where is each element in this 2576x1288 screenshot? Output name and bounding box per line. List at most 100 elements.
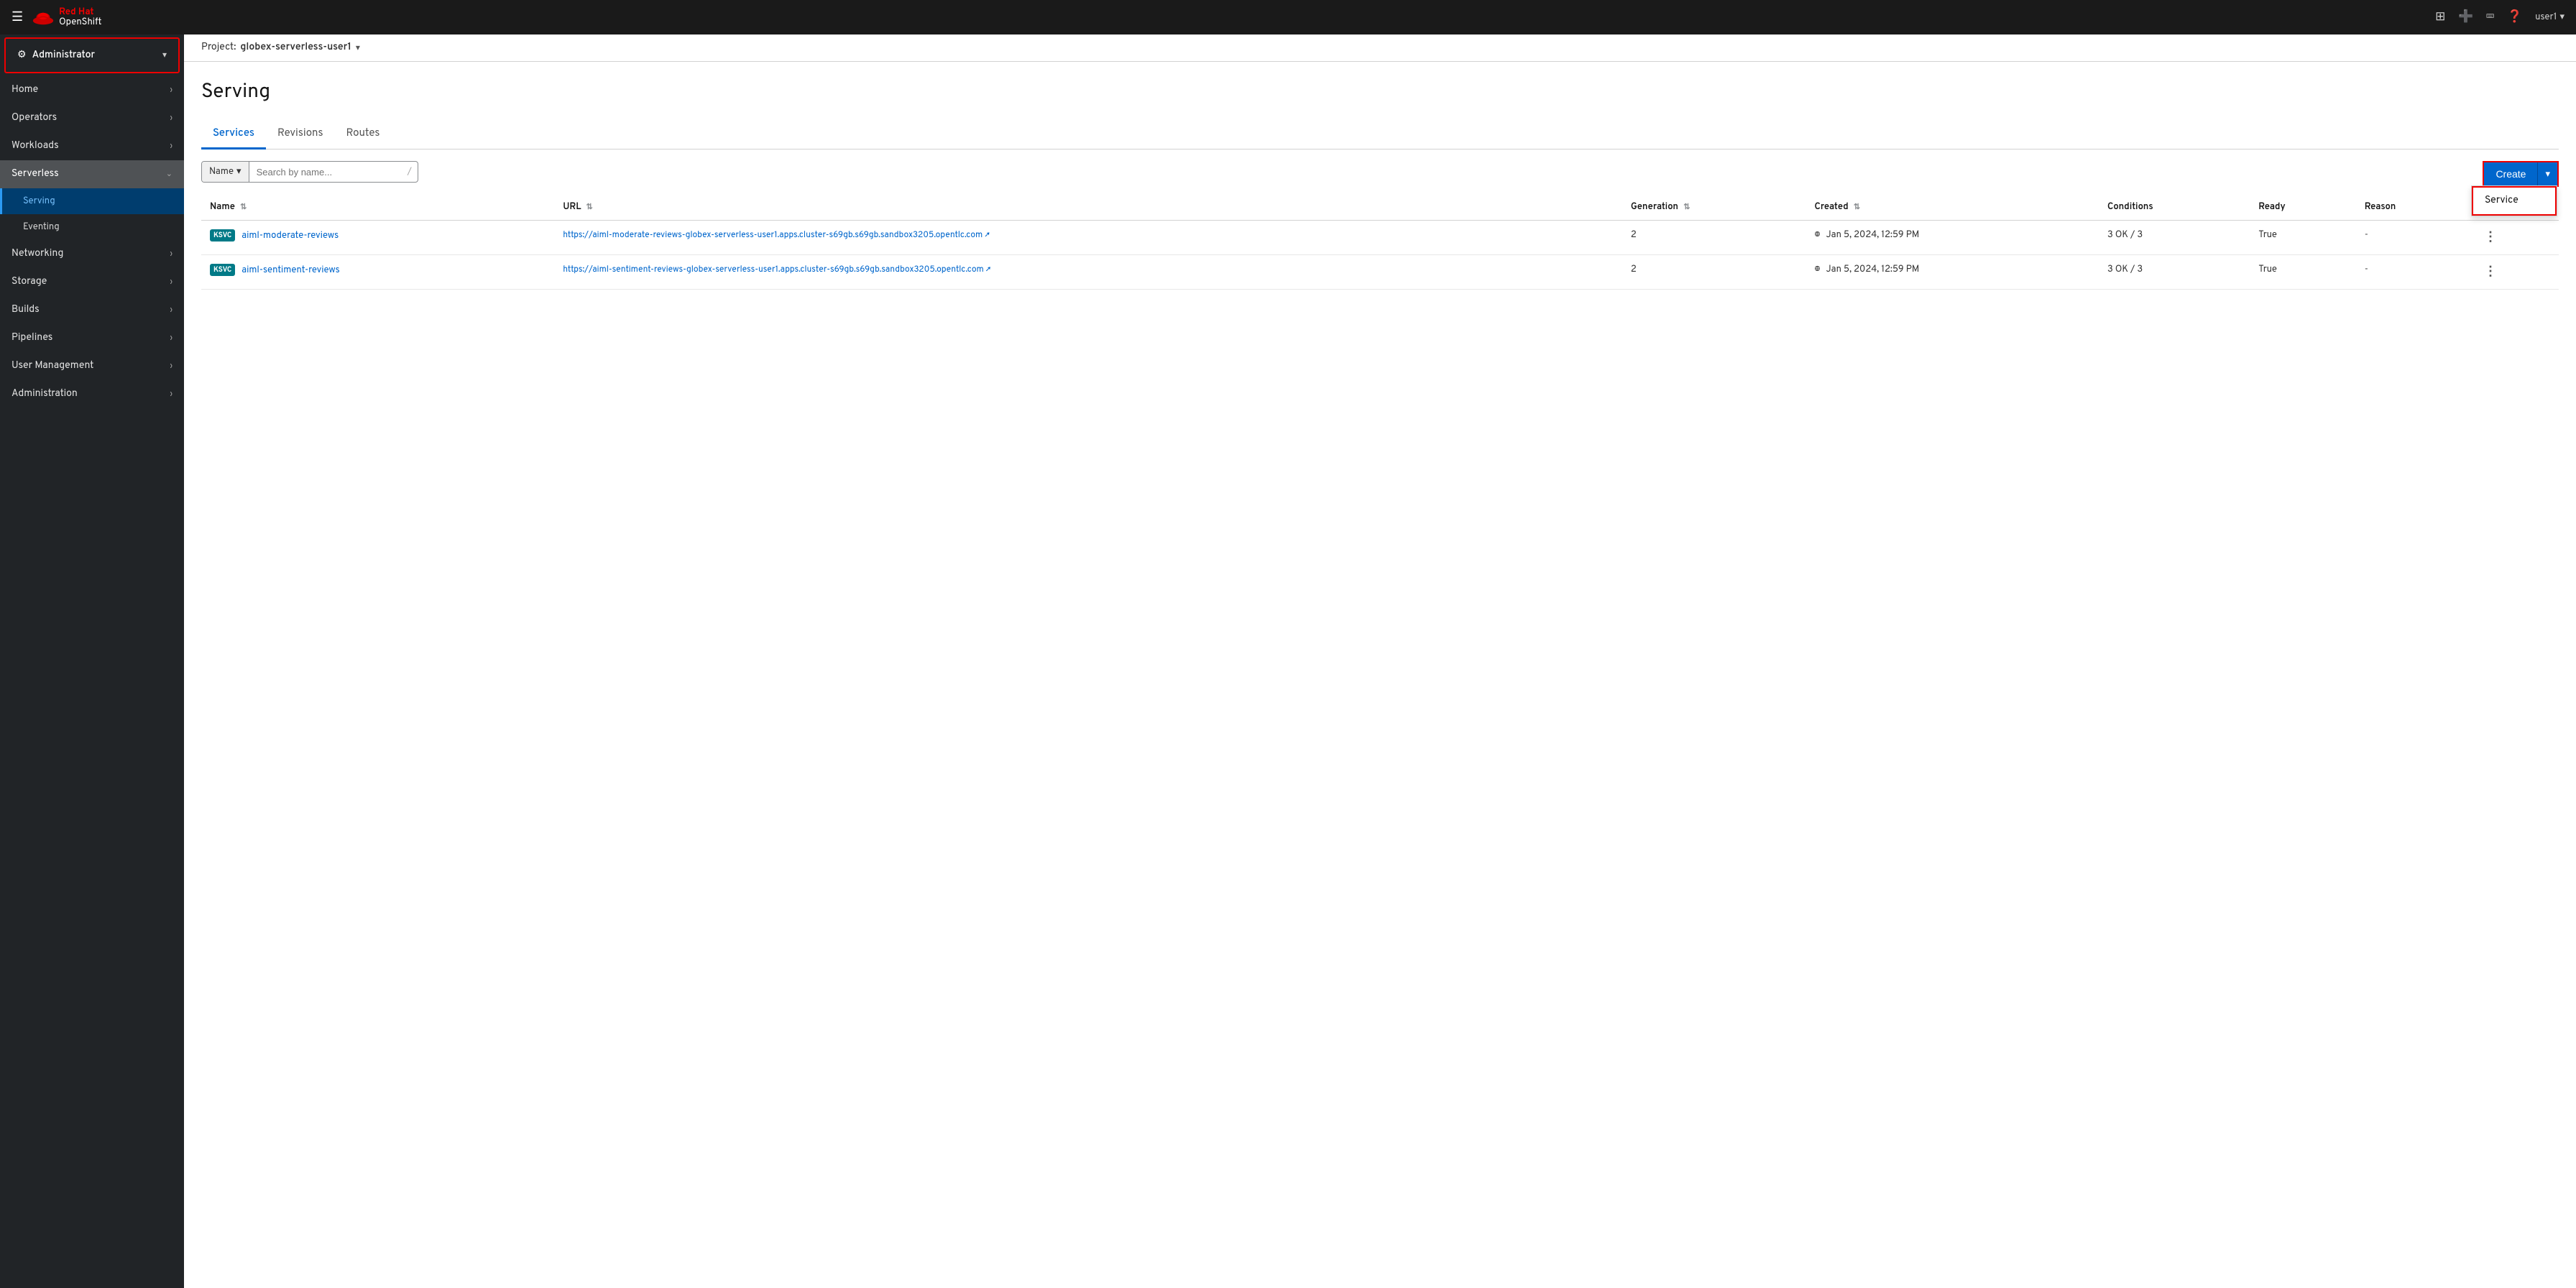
tab-revisions[interactable]: Revisions bbox=[266, 119, 334, 150]
project-name: globex-serverless-user1 bbox=[240, 42, 351, 54]
col-generation: Generation ⇅ bbox=[1622, 194, 1806, 221]
main-content: Project: globex-serverless-user1 ▾ Servi… bbox=[184, 34, 2576, 1288]
external-link-icon-0: ↗ bbox=[985, 231, 990, 241]
role-switcher[interactable]: ⚙ Administrator ▾ bbox=[4, 37, 180, 73]
sidebar-item-operators[interactable]: Operators › bbox=[0, 104, 184, 132]
brand-red-text: Red Hat bbox=[59, 7, 101, 17]
hamburger-menu[interactable]: ☰ bbox=[12, 9, 23, 26]
cell-reason-1: - bbox=[2356, 255, 2472, 290]
external-link-icon-1: ↗ bbox=[986, 265, 991, 275]
create-dropdown-menu: Service bbox=[2471, 185, 2557, 216]
sidebar-item-storage[interactable]: Storage › bbox=[0, 268, 184, 296]
cell-kebab-1: ⋮ bbox=[2472, 255, 2559, 290]
col-created: Created ⇅ bbox=[1806, 194, 2099, 221]
builds-chevron-icon: › bbox=[170, 305, 172, 316]
sidebar-item-operators-label: Operators bbox=[12, 112, 57, 124]
cell-ready-1: True bbox=[2250, 255, 2355, 290]
gen-sort-icon[interactable]: ⇅ bbox=[1683, 203, 1690, 213]
sidebar-sub-item-eventing[interactable]: Eventing bbox=[0, 214, 184, 240]
toolbar: Name ▾ / Create ▾ Service bbox=[184, 150, 2576, 194]
home-chevron-icon: › bbox=[170, 86, 172, 96]
name-sort-icon[interactable]: ⇅ bbox=[240, 203, 247, 213]
sidebar-item-administration[interactable]: Administration › bbox=[0, 380, 184, 408]
sidebar-item-workloads-label: Workloads bbox=[12, 140, 59, 152]
terminal-icon[interactable]: ⌨ bbox=[2486, 9, 2493, 25]
top-navigation: ☰ Red Hat OpenShift ⊞ ➕ ⌨ ❓ user1 ▾ bbox=[0, 0, 2576, 34]
cell-url-0: https://aiml-moderate-reviews-globex-ser… bbox=[554, 221, 1622, 255]
cell-ready-0: True bbox=[2250, 221, 2355, 255]
apps-grid-icon[interactable]: ⊞ bbox=[2435, 9, 2445, 25]
cell-name-1: KSVC aiml-sentiment-reviews bbox=[201, 255, 554, 290]
role-label: Administrator bbox=[32, 50, 95, 62]
serverless-chevron-icon: ⌄ bbox=[166, 169, 172, 180]
ksvc-badge-0: KSVC bbox=[210, 229, 235, 242]
brand-text: Red Hat OpenShift bbox=[59, 7, 101, 28]
sidebar-item-home[interactable]: Home › bbox=[0, 76, 184, 104]
sidebar-item-serverless-label: Serverless bbox=[12, 168, 59, 180]
ksvc-badge-1: KSVC bbox=[210, 264, 235, 276]
sidebar-item-networking[interactable]: Networking › bbox=[0, 240, 184, 268]
networking-chevron-icon: › bbox=[170, 249, 172, 259]
create-dropdown-toggle[interactable]: ▾ bbox=[2537, 162, 2557, 185]
role-chevron-icon: ▾ bbox=[162, 50, 167, 61]
sidebar-item-builds-label: Builds bbox=[12, 304, 40, 316]
table-header: Name ⇅ URL ⇅ Generation ⇅ Created bbox=[201, 194, 2559, 221]
filter-name-label[interactable]: Name ▾ bbox=[202, 162, 249, 182]
tab-routes[interactable]: Routes bbox=[334, 119, 391, 150]
col-conditions: Conditions bbox=[2099, 194, 2250, 221]
sidebar-item-pipelines[interactable]: Pipelines › bbox=[0, 324, 184, 352]
sidebar-item-user-management[interactable]: User Management › bbox=[0, 352, 184, 380]
created-sort-icon[interactable]: ⇅ bbox=[1854, 203, 1860, 213]
pipelines-chevron-icon: › bbox=[170, 334, 172, 344]
sidebar-item-serverless[interactable]: Serverless ⌄ bbox=[0, 160, 184, 188]
sidebar: ⚙ Administrator ▾ Home › Operators › Wor… bbox=[0, 34, 184, 1288]
url-sort-icon[interactable]: ⇅ bbox=[586, 203, 592, 213]
service-link-1[interactable]: aiml-sentiment-reviews bbox=[242, 264, 339, 276]
cell-name-0: KSVC aiml-moderate-reviews bbox=[201, 221, 554, 255]
redhat-hat-icon bbox=[32, 9, 55, 25]
project-dropdown-icon[interactable]: ▾ bbox=[356, 42, 360, 54]
user-menu[interactable]: user1 ▾ bbox=[2535, 12, 2564, 23]
kebab-menu-1[interactable]: ⋮ bbox=[2481, 264, 2500, 280]
brand-openshift-text: OpenShift bbox=[59, 17, 101, 27]
project-label: Project: bbox=[201, 42, 236, 54]
url-link-1[interactable]: https://aiml-sentiment-reviews-globex-se… bbox=[563, 264, 990, 275]
table-row: KSVC aiml-moderate-reviews https://aiml-… bbox=[201, 221, 2559, 255]
kebab-menu-0[interactable]: ⋮ bbox=[2481, 229, 2500, 246]
brand: Red Hat OpenShift bbox=[32, 7, 2426, 28]
topnav-icons: ⊞ ➕ ⌨ ❓ user1 ▾ bbox=[2435, 9, 2564, 25]
add-icon[interactable]: ➕ bbox=[2458, 9, 2473, 25]
globe-icon-0: 🌐 bbox=[1815, 229, 1821, 241]
search-input[interactable] bbox=[249, 162, 408, 182]
service-link-0[interactable]: aiml-moderate-reviews bbox=[242, 230, 339, 242]
url-link-0[interactable]: https://aiml-moderate-reviews-globex-ser… bbox=[563, 229, 990, 241]
sidebar-item-workloads[interactable]: Workloads › bbox=[0, 132, 184, 160]
admin-chevron-icon: › bbox=[170, 390, 172, 400]
cell-conditions-0: 3 OK / 3 bbox=[2099, 221, 2250, 255]
sidebar-sub-eventing-label: Eventing bbox=[23, 221, 60, 233]
user-chevron-icon: ▾ bbox=[2559, 12, 2564, 23]
app-body: ⚙ Administrator ▾ Home › Operators › Wor… bbox=[0, 34, 2576, 1288]
create-service-menu-item[interactable]: Service bbox=[2472, 186, 2557, 216]
user-label: user1 bbox=[2535, 12, 2557, 23]
help-icon[interactable]: ❓ bbox=[2507, 9, 2522, 25]
cell-created-0: 🌐 Jan 5, 2024, 12:59 PM bbox=[1806, 221, 2099, 255]
services-table: Name ⇅ URL ⇅ Generation ⇅ Created bbox=[201, 194, 2559, 290]
cell-gen-0: 2 bbox=[1622, 221, 1806, 255]
table-body: KSVC aiml-moderate-reviews https://aiml-… bbox=[201, 221, 2559, 290]
redhat-logo: Red Hat OpenShift bbox=[32, 7, 101, 28]
table-row: KSVC aiml-sentiment-reviews https://aiml… bbox=[201, 255, 2559, 290]
tab-services[interactable]: Services bbox=[201, 119, 266, 150]
storage-chevron-icon: › bbox=[170, 277, 172, 288]
project-bar: Project: globex-serverless-user1 ▾ bbox=[184, 34, 2576, 62]
user-mgmt-chevron-icon: › bbox=[170, 362, 172, 372]
create-button[interactable]: Create bbox=[2484, 162, 2537, 185]
create-button-group: Create ▾ Service bbox=[2483, 161, 2559, 187]
col-ready: Ready bbox=[2250, 194, 2355, 221]
sidebar-item-networking-label: Networking bbox=[12, 248, 63, 260]
cell-url-1: https://aiml-sentiment-reviews-globex-se… bbox=[554, 255, 1622, 290]
sidebar-item-home-label: Home bbox=[12, 84, 38, 96]
sidebar-sub-item-serving[interactable]: Serving bbox=[0, 188, 184, 214]
cell-created-1: 🌐 Jan 5, 2024, 12:59 PM bbox=[1806, 255, 2099, 290]
sidebar-item-builds[interactable]: Builds › bbox=[0, 296, 184, 324]
